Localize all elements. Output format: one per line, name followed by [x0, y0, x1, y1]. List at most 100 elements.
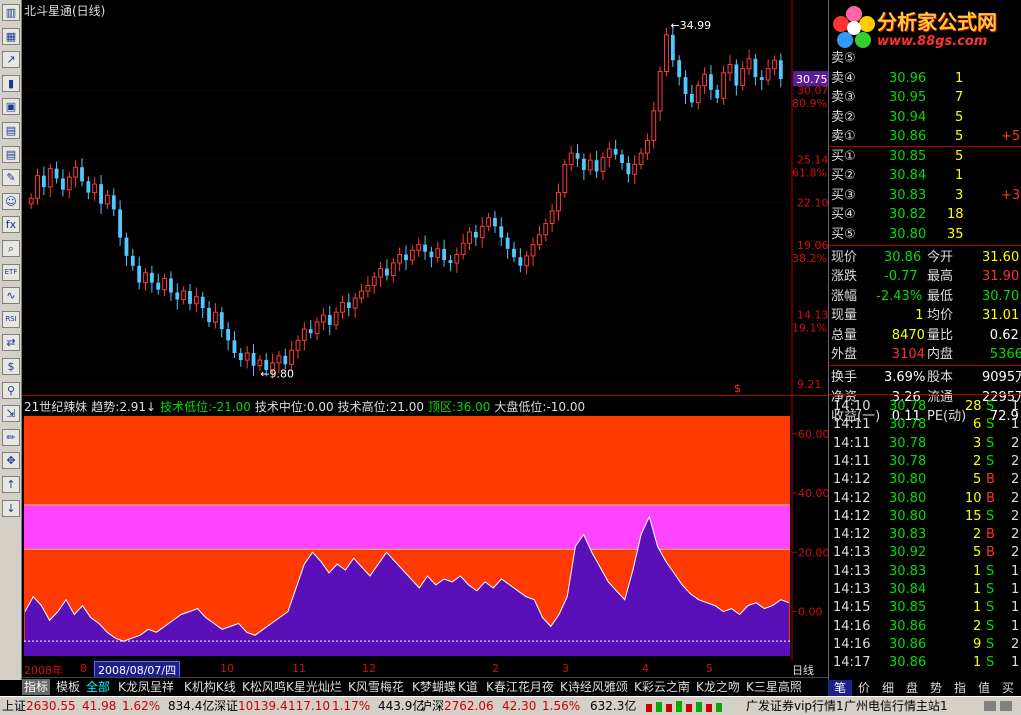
right-tab[interactable]: 笔: [828, 680, 852, 696]
book-price: 30.96: [889, 70, 927, 86]
price-tick-label: 25.14: [797, 154, 828, 167]
indicator-tab[interactable]: K诗经风雅颂: [558, 679, 630, 695]
book-level-label: 卖②: [831, 109, 856, 125]
indicator-tab[interactable]: K三星高照: [744, 679, 804, 695]
candle: [524, 250, 530, 275]
tick-count: 2: [1011, 453, 1020, 469]
tick-time: 14:16: [833, 618, 871, 634]
right-tab[interactable]: 指: [948, 680, 972, 696]
book-price: 30.86: [889, 129, 927, 144]
book-price: 30.85: [889, 148, 927, 164]
right-tab[interactable]: 买: [996, 680, 1020, 696]
indicator-tab[interactable]: K风雪梅花: [346, 679, 406, 695]
tick-time: 14:12: [833, 508, 871, 524]
document-icon[interactable]: ▤: [2, 145, 20, 163]
dollar-icon[interactable]: $: [2, 358, 20, 375]
wave-icon[interactable]: ∿: [2, 287, 20, 305]
stat-value-2: 30.70: [982, 288, 1020, 304]
move-icon[interactable]: ✥: [2, 452, 20, 470]
table-icon[interactable]: ▤: [2, 122, 20, 139]
tick-row: 14:13 30.92 5 B 2: [831, 543, 1021, 562]
tick-price: 30.78: [889, 453, 927, 469]
indicator-tab[interactable]: K星光灿烂: [284, 679, 344, 695]
candle: [448, 255, 453, 272]
tick-side: B: [986, 527, 995, 543]
bid-row: 买④ 30.82 18: [831, 205, 1021, 224]
right-tab[interactable]: 盘: [900, 680, 924, 696]
compare-icon[interactable]: ⇄: [2, 334, 20, 352]
tick-separator: [829, 394, 1021, 395]
stat-value: -0.77: [884, 269, 918, 285]
stat-value-2: 5366: [989, 347, 1021, 362]
note-icon[interactable]: ✎: [2, 169, 20, 187]
indicator-tab[interactable]: 全部: [84, 679, 112, 695]
right-tab[interactable]: 势: [924, 680, 948, 696]
candlestick-chart[interactable]: 30.0780.9% 25.1461.8% 22.10 19.0638.2% 14.13…: [22, 0, 828, 396]
tick-count: 2: [1011, 490, 1020, 506]
indicator-tab[interactable]: K道: [456, 679, 480, 695]
indicator-tab[interactable]: K梦蝴蝶: [410, 679, 458, 695]
window-icon[interactable]: ▣: [2, 98, 20, 116]
right-tabs: 笔价细盘势指值买: [828, 680, 1021, 696]
candle: [499, 217, 504, 246]
candle: [238, 348, 243, 367]
candle: [219, 307, 224, 338]
candle: [232, 331, 237, 358]
indicator-tab[interactable]: K彩云之南: [632, 679, 692, 695]
stat-value: 3.69%: [884, 370, 926, 386]
right-tab[interactable]: 细: [876, 680, 900, 696]
tick-side: S: [986, 453, 995, 469]
indicator-tab[interactable]: 模板: [54, 679, 82, 695]
book-level-label: 买②: [831, 168, 856, 183]
arrow-up-icon[interactable]: ↑: [2, 476, 20, 493]
stats-separator-2: [829, 365, 1021, 367]
candle: [404, 245, 408, 271]
tick-time: 14:13: [833, 545, 871, 561]
status-item: 117.10: [288, 699, 330, 713]
line-chart-icon[interactable]: ↗: [2, 51, 20, 69]
indicator-tab[interactable]: K松风鸣: [240, 679, 288, 695]
right-tab[interactable]: 值: [972, 680, 996, 696]
arrow-down-icon[interactable]: ↓: [2, 499, 20, 517]
tick-volume: 2: [973, 527, 982, 543]
candle: [423, 235, 427, 260]
tick-side: S: [986, 563, 995, 579]
chart-area[interactable]: 30.07 80.9% 25.14 61.8% 22.10 19.06 38.2% 14.13…: [22, 0, 828, 680]
indicator-tab[interactable]: K春江花月夜: [484, 679, 556, 695]
tick-price: 30.80: [889, 472, 927, 488]
tick-volume: 10: [965, 490, 982, 506]
magnify-icon[interactable]: ⌕: [2, 240, 20, 257]
indicator-tab[interactable]: K龙之吻: [694, 679, 742, 695]
candle: [715, 84, 720, 104]
pencil-icon[interactable]: ✏: [2, 428, 20, 446]
bar-chart-icon[interactable]: ▥: [2, 4, 20, 21]
candle: [143, 267, 148, 291]
candle: [130, 248, 135, 271]
tick-row: 14:11 30.78 3 S 2: [831, 434, 1021, 453]
tick-side: S: [986, 655, 995, 671]
book-separator: [829, 145, 1021, 147]
candle: [613, 139, 618, 160]
import-icon[interactable]: ⇲: [2, 405, 20, 423]
indicator-chart[interactable]: 60.00 40.00 20.00 0.00: [22, 396, 828, 660]
fx-icon[interactable]: fx: [2, 216, 20, 234]
right-tab[interactable]: 价: [852, 680, 876, 696]
indicator-tab[interactable]: K龙凤呈祥: [116, 679, 176, 695]
candle: [600, 152, 606, 180]
tick-time: 14:17: [833, 655, 871, 671]
book-volume: 7: [955, 90, 964, 105]
book-volume: 5: [955, 109, 964, 125]
candle: [200, 291, 205, 318]
indicator-tab[interactable]: K机构K线: [182, 679, 238, 695]
grid-icon[interactable]: ▦: [2, 27, 20, 45]
fib-pct-label: 80.9%: [792, 97, 827, 110]
book-price: 30.80: [889, 226, 927, 242]
indicator-tab[interactable]: 指标: [22, 679, 51, 695]
tick-volume: 28: [965, 399, 982, 414]
etf-icon[interactable]: ETF: [2, 263, 20, 281]
users-icon[interactable]: ☺: [2, 192, 20, 210]
indicator-tick-label: 20.00: [798, 546, 828, 559]
candlestick-icon[interactable]: ▮: [2, 74, 20, 92]
rsi-icon[interactable]: RSI: [2, 310, 20, 328]
pointer-icon[interactable]: ⚲: [2, 381, 20, 399]
